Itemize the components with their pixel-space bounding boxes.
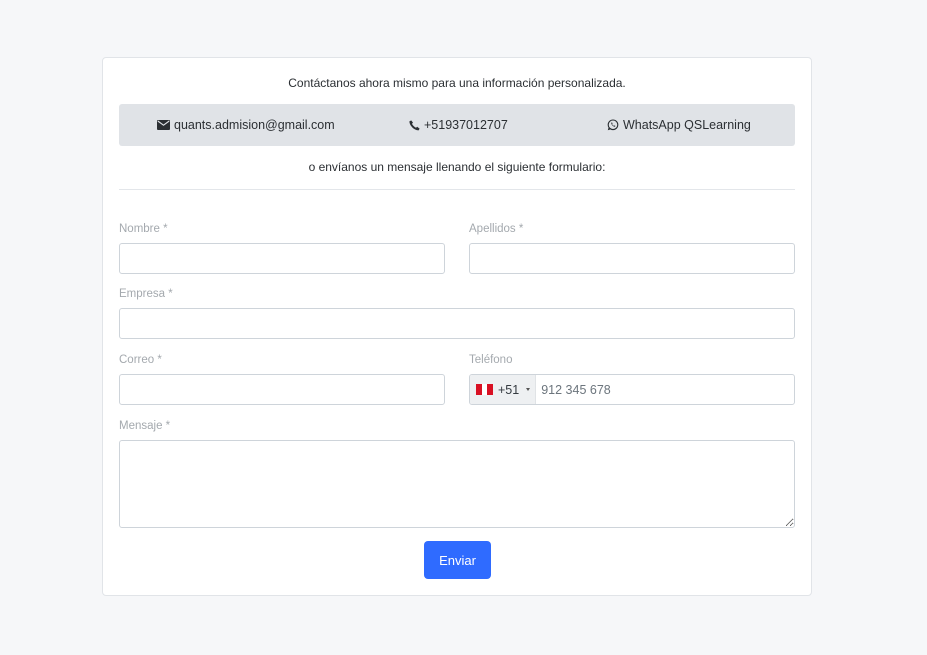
intro-text: Contáctanos ahora mismo para una informa… <box>288 76 626 90</box>
apellidos-label: Apellidos * <box>469 223 524 235</box>
telefono-field: +51 <box>469 374 795 405</box>
email-label: quants.admision@gmail.com <box>174 118 335 132</box>
whatsapp-icon <box>607 119 619 131</box>
divider <box>119 189 795 190</box>
empresa-label: Empresa * <box>119 288 173 300</box>
correo-label: Correo * <box>119 354 162 366</box>
enviar-button[interactable]: Enviar <box>424 541 491 579</box>
whatsapp-link[interactable]: WhatsApp QSLearning <box>607 104 751 146</box>
correo-input[interactable] <box>119 374 445 405</box>
telefono-label: Teléfono <box>469 354 513 366</box>
nombre-input[interactable] <box>119 243 445 274</box>
nombre-label: Nombre * <box>119 223 168 235</box>
form-intro-text: o envíanos un mensaje llenando el siguie… <box>308 160 606 174</box>
mensaje-label: Mensaje * <box>119 420 171 432</box>
chevron-down-icon <box>526 388 531 391</box>
contact-card: Contáctanos ahora mismo para una informa… <box>102 57 812 596</box>
telefono-input[interactable] <box>536 375 794 404</box>
phone-link[interactable]: +51937012707 <box>409 104 508 146</box>
phone-label: +51937012707 <box>424 118 508 132</box>
mensaje-textarea[interactable] <box>119 440 795 528</box>
contact-info-bar: quants.admision@gmail.com +51937012707 W… <box>119 104 795 146</box>
empresa-input[interactable] <box>119 308 795 339</box>
dial-code: +51 <box>498 382 520 397</box>
phone-icon <box>409 119 420 131</box>
peru-flag-icon <box>476 384 494 395</box>
country-code-selector[interactable]: +51 <box>470 375 537 404</box>
envelope-icon <box>157 120 170 130</box>
apellidos-input[interactable] <box>469 243 795 274</box>
email-link[interactable]: quants.admision@gmail.com <box>157 104 335 146</box>
whatsapp-label: WhatsApp QSLearning <box>623 118 751 132</box>
